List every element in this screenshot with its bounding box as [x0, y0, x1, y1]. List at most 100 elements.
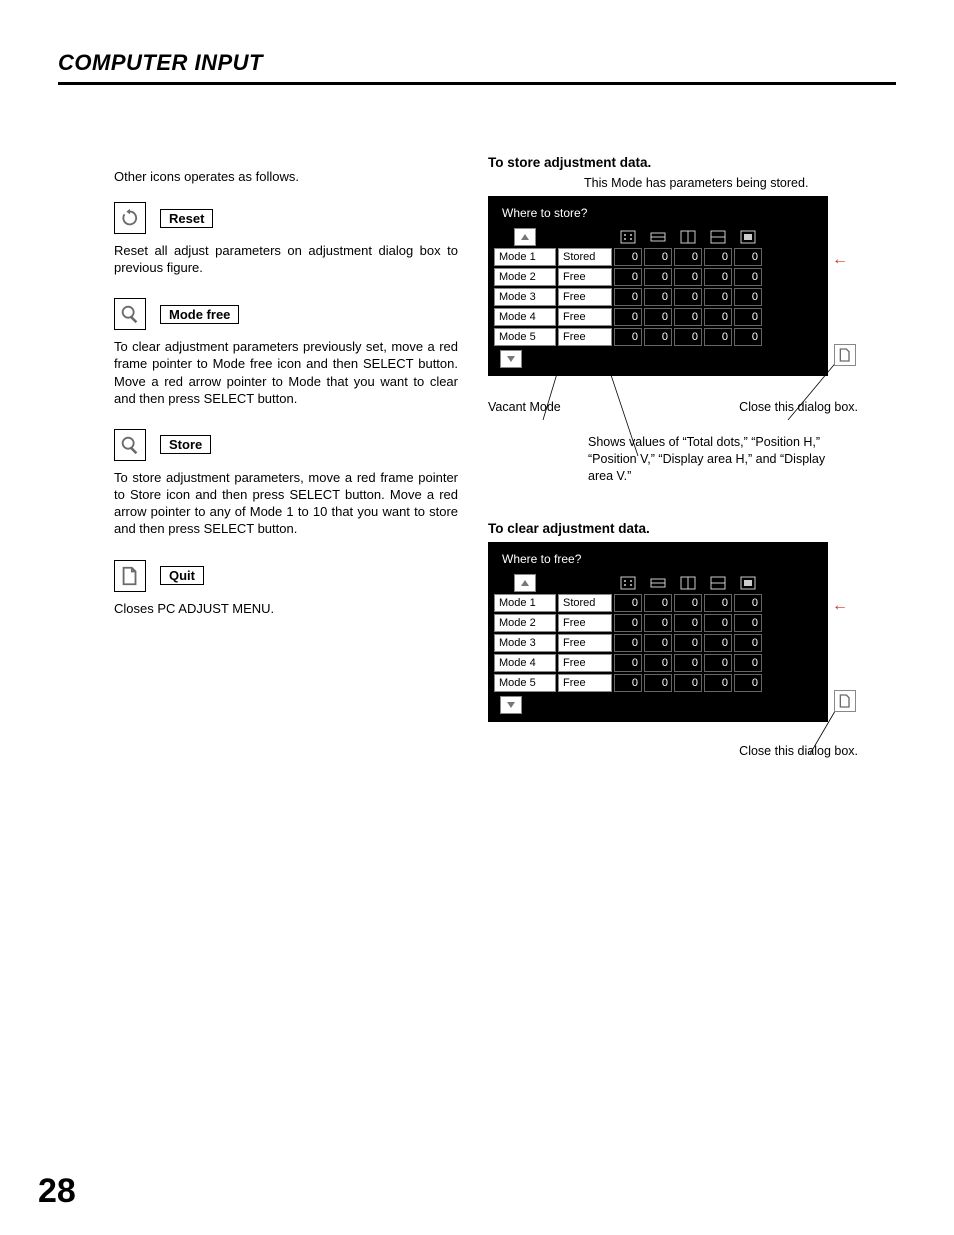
mode-cell[interactable]: Mode 5 [494, 674, 556, 692]
value-cell: 0 [644, 614, 672, 632]
column-header-icon [674, 574, 702, 592]
value-cell: 0 [614, 328, 642, 346]
value-cell: 0 [614, 308, 642, 326]
mode-cell[interactable]: Mode 2 [494, 614, 556, 632]
vacant-mode-callout: Vacant Mode [488, 400, 561, 414]
close-dialog-callout: Close this dialog box. [739, 400, 858, 414]
status-cell: Free [558, 614, 612, 632]
value-cell: 0 [674, 268, 702, 286]
store-dialog: Where to store? Mode 1Stored00000Mode 2F… [488, 196, 828, 376]
column-header-icon [644, 574, 672, 592]
mode-cell[interactable]: Mode 4 [494, 308, 556, 326]
reset-icon [114, 202, 146, 234]
value-cell: 0 [644, 328, 672, 346]
value-cell: 0 [704, 328, 732, 346]
value-cell: 0 [674, 248, 702, 266]
column-header-icon [704, 228, 732, 246]
value-cell: 0 [614, 248, 642, 266]
store-label: Store [160, 435, 211, 454]
value-cell: 0 [644, 308, 672, 326]
value-cell: 0 [704, 288, 732, 306]
clear-dialog: Where to free? Mode 1Stored00000Mode 2Fr… [488, 542, 828, 722]
value-cell: 0 [734, 634, 762, 652]
quit-block: Quit [114, 560, 458, 592]
status-cell: Free [558, 654, 612, 672]
column-header-icon [614, 574, 642, 592]
store-dialog-wrap: Where to store? Mode 1Stored00000Mode 2F… [488, 196, 896, 485]
red-arrow-icon: ← [832, 598, 848, 614]
value-cell: 0 [704, 654, 732, 672]
store-dialog-title: Where to store? [494, 202, 822, 228]
scroll-up-button[interactable] [514, 574, 536, 592]
value-cell: 0 [644, 248, 672, 266]
clear-dialog-title: Where to free? [494, 548, 822, 574]
value-cell: 0 [734, 328, 762, 346]
store-heading: To store adjustment data. [488, 155, 896, 170]
mode-cell[interactable]: Mode 1 [494, 594, 556, 612]
store-callout-top: This Mode has parameters being stored. [584, 176, 896, 190]
close-dialog-icon[interactable] [834, 690, 856, 712]
modefree-icon [114, 298, 146, 330]
column-header-icon [644, 228, 672, 246]
quit-desc: Closes PC ADJUST MENU. [114, 600, 458, 617]
value-cell: 0 [704, 594, 732, 612]
clear-dialog-wrap: Where to free? Mode 1Stored00000Mode 2Fr… [488, 542, 896, 758]
status-cell: Free [558, 634, 612, 652]
scroll-down-button[interactable] [500, 696, 522, 714]
mode-cell[interactable]: Mode 3 [494, 288, 556, 306]
value-cell: 0 [704, 248, 732, 266]
value-cell: 0 [734, 288, 762, 306]
value-cell: 0 [734, 268, 762, 286]
value-cell: 0 [674, 654, 702, 672]
scroll-up-button[interactable] [514, 228, 536, 246]
status-cell: Stored [558, 248, 612, 266]
value-cell: 0 [704, 634, 732, 652]
intro-text: Other icons operates as follows. [114, 169, 458, 184]
mode-cell[interactable]: Mode 2 [494, 268, 556, 286]
value-cell: 0 [614, 614, 642, 632]
value-cell: 0 [614, 594, 642, 612]
scroll-down-button[interactable] [500, 350, 522, 368]
value-cell: 0 [614, 634, 642, 652]
red-arrow-icon: ← [832, 252, 848, 268]
value-cell: 0 [734, 614, 762, 632]
status-cell: Free [558, 674, 612, 692]
value-cell: 0 [704, 268, 732, 286]
column-header-icon [734, 574, 762, 592]
reset-desc: Reset all adjust parameters on adjustmen… [114, 242, 458, 276]
mode-cell[interactable]: Mode 5 [494, 328, 556, 346]
value-cell: 0 [674, 288, 702, 306]
mode-cell[interactable]: Mode 1 [494, 248, 556, 266]
value-cell: 0 [704, 614, 732, 632]
left-column: Other icons operates as follows. Reset R… [58, 133, 458, 758]
reset-label: Reset [160, 209, 213, 228]
column-header-icon [674, 228, 702, 246]
close-dialog-icon[interactable] [834, 344, 856, 366]
right-column: To store adjustment data. This Mode has … [488, 133, 896, 758]
value-cell: 0 [614, 268, 642, 286]
modefree-label: Mode free [160, 305, 239, 324]
column-header-icon [614, 228, 642, 246]
title-rule [58, 82, 896, 85]
value-cell: 0 [644, 674, 672, 692]
status-cell: Free [558, 328, 612, 346]
page-number: 28 [38, 1172, 76, 1211]
value-cell: 0 [674, 614, 702, 632]
value-cell: 0 [734, 594, 762, 612]
value-cell: 0 [704, 674, 732, 692]
value-cell: 0 [614, 654, 642, 672]
status-cell: Free [558, 288, 612, 306]
status-cell: Stored [558, 594, 612, 612]
quit-icon [114, 560, 146, 592]
value-cell: 0 [644, 594, 672, 612]
mode-cell[interactable]: Mode 3 [494, 634, 556, 652]
value-cell: 0 [644, 634, 672, 652]
mode-cell[interactable]: Mode 4 [494, 654, 556, 672]
status-cell: Free [558, 308, 612, 326]
value-cell: 0 [674, 594, 702, 612]
store-block: Store [114, 429, 458, 461]
value-cell: 0 [704, 308, 732, 326]
value-cell: 0 [614, 288, 642, 306]
value-cell: 0 [734, 654, 762, 672]
value-cell: 0 [674, 308, 702, 326]
